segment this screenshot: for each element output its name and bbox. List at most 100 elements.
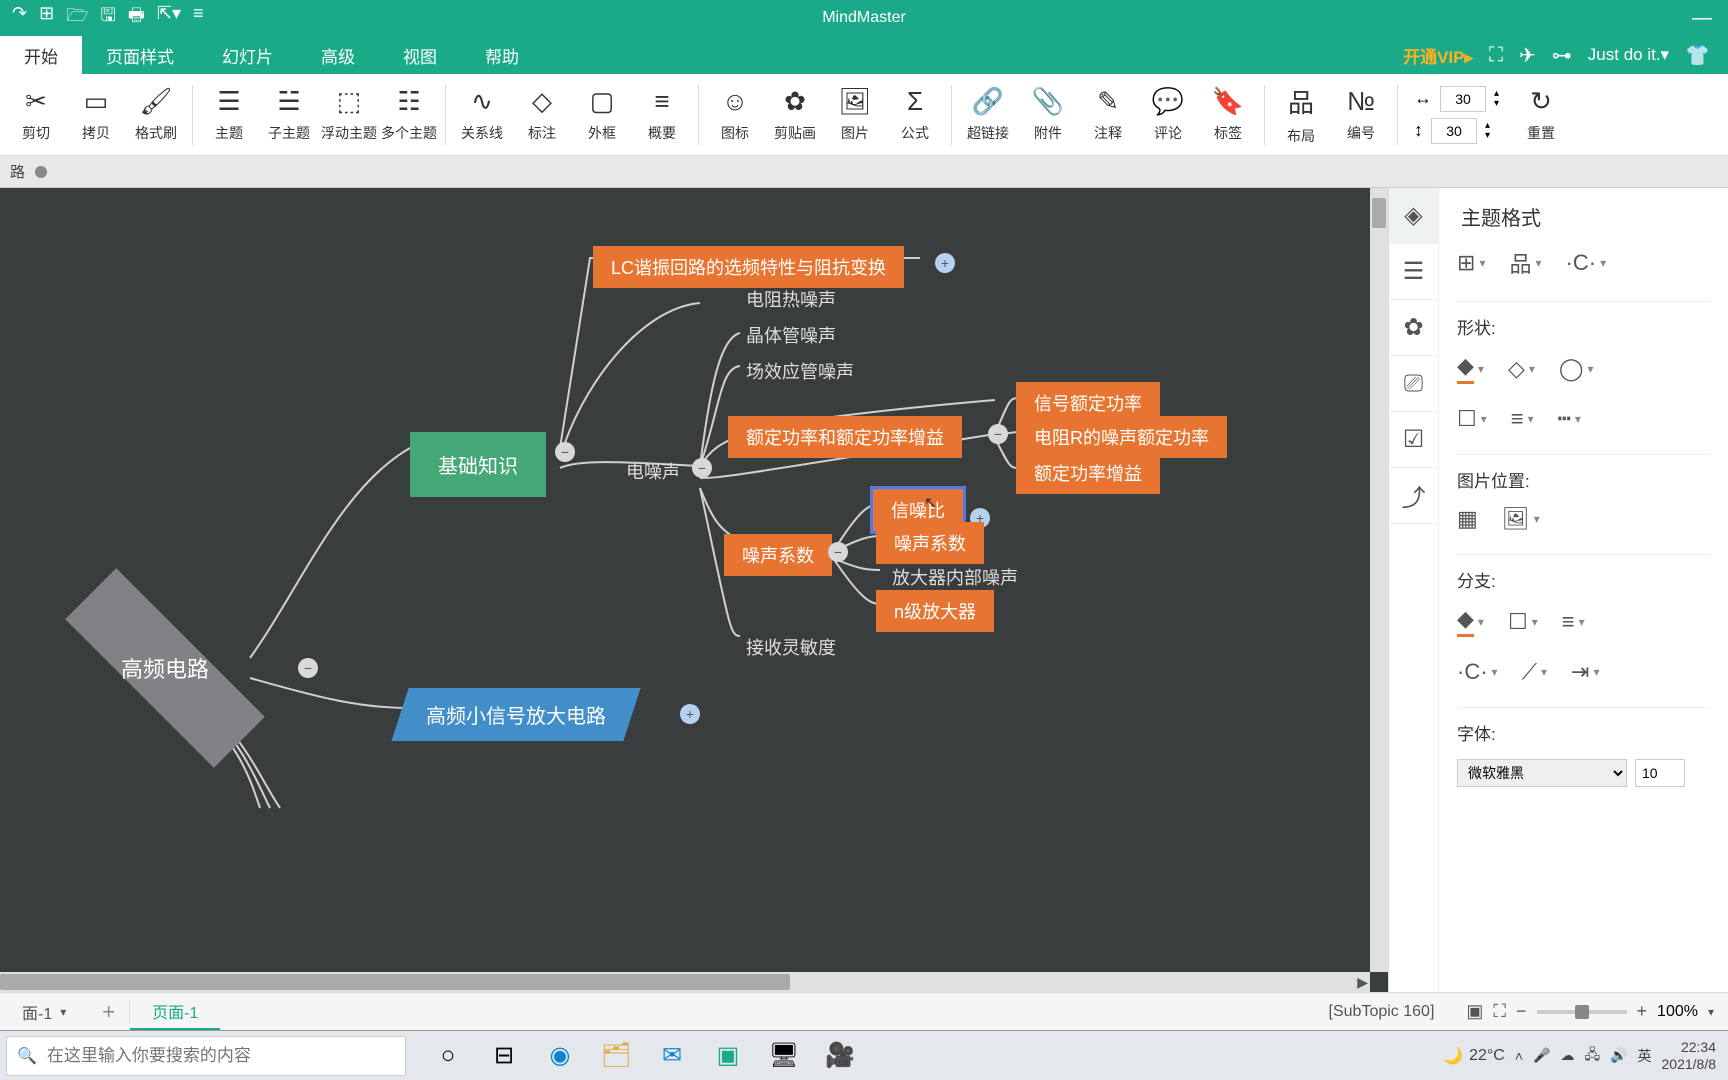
horizontal-scrollbar[interactable]: ▶ <box>0 972 1370 992</box>
node-n-stage[interactable]: n级放大器 <box>876 590 994 632</box>
share-icon[interactable]: ⊶ <box>1552 43 1572 68</box>
tray-chevron-icon[interactable]: ˄ <box>1515 1048 1523 1064</box>
menu-help[interactable]: 帮助 <box>461 36 543 74</box>
app-icon-1[interactable]: 🖥 <box>758 1036 810 1076</box>
tray-mic-icon[interactable]: 🎤 <box>1533 1047 1550 1064</box>
note-button[interactable]: ✎注释 <box>1078 78 1138 152</box>
fit-width-icon[interactable]: ⛶ <box>1493 1001 1506 1022</box>
theme-select[interactable]: ⊞▾ <box>1457 250 1485 276</box>
icon-button[interactable]: ☺图标 <box>705 78 765 152</box>
comment-button[interactable]: 💬评论 <box>1138 78 1198 152</box>
app-icon-2[interactable]: 🎥 <box>814 1036 866 1076</box>
clock[interactable]: 22:34 2021/8/8 <box>1662 1039 1717 1073</box>
outline-tab-icon[interactable]: ☰ <box>1389 244 1438 300</box>
node-power-gain[interactable]: 额定功率增益 <box>1016 452 1160 494</box>
branch-basic[interactable]: 基础知识 <box>410 432 546 497</box>
zoom-in-icon[interactable]: + <box>1637 1001 1648 1022</box>
attachment-button[interactable]: 📎附件 <box>1018 78 1078 152</box>
branch-weight-button[interactable]: ≡▾ <box>1562 609 1585 635</box>
enoise-collapse-toggle[interactable]: − <box>692 458 712 478</box>
taskview-icon[interactable]: ⊟ <box>478 1036 530 1076</box>
iconset-tab-icon[interactable]: ✿ <box>1389 300 1438 356</box>
layout-button[interactable]: 品布局 <box>1271 78 1331 152</box>
summary-button[interactable]: ≡概要 <box>632 78 692 152</box>
node-fet-noise[interactable]: 场效应管噪声 <box>728 350 872 392</box>
structure-select[interactable]: 品▾ <box>1509 247 1541 279</box>
coeff-collapse-toggle[interactable]: − <box>828 542 848 562</box>
tray-network-icon[interactable]: 🖧 <box>1584 1044 1600 1068</box>
fit-page-icon[interactable]: ▣ <box>1466 1001 1483 1022</box>
multi-topic-button[interactable]: ☷多个主题 <box>379 78 439 152</box>
hyperlink-button[interactable]: 🔗超链接 <box>958 78 1018 152</box>
connector-style-select[interactable]: ·C·▾ <box>1566 250 1607 276</box>
open-icon[interactable]: 🗁 <box>66 3 88 33</box>
branch-curve-button[interactable]: ⟋▾ <box>1522 659 1547 685</box>
tray-onedrive-icon[interactable]: ☁ <box>1560 1047 1574 1064</box>
node-enoise-label[interactable]: 电噪声 <box>608 450 698 492</box>
tray-ime-icon[interactable]: 英 <box>1638 1046 1652 1066</box>
mindmap-canvas[interactable]: 高频电路 − 基础知识 − 高频小信号放大电路 + LC谐振回路的选频特性与阻抗… <box>0 188 1388 992</box>
tshirt-icon[interactable]: 👕 <box>1685 43 1710 68</box>
image-align-button[interactable]: ▦ <box>1457 506 1478 532</box>
boundary-button[interactable]: ▢外框 <box>572 78 632 152</box>
zoom-slider[interactable] <box>1537 1010 1627 1014</box>
height-input[interactable] <box>1431 118 1477 144</box>
zoom-percent[interactable]: 100% <box>1657 1003 1698 1021</box>
clipart-button[interactable]: ✿剪贴画 <box>765 78 825 152</box>
menu-advanced[interactable]: 高级 <box>297 36 379 74</box>
cortana-icon[interactable]: ○ <box>422 1036 474 1076</box>
width-input[interactable] <box>1440 86 1486 112</box>
shape-style-button[interactable]: ◇▾ <box>1508 356 1535 382</box>
border-weight-button[interactable]: ≡▾ <box>1511 406 1534 432</box>
cut-button[interactable]: ✂剪切 <box>6 78 66 152</box>
zoom-out-icon[interactable]: − <box>1516 1001 1527 1022</box>
rated-collapse-toggle[interactable]: − <box>988 424 1008 444</box>
save-icon[interactable]: 🖫 <box>101 3 116 33</box>
branch-style-button[interactable]: ☐▾ <box>1508 609 1538 635</box>
branch-color-button[interactable]: ◆▾ <box>1457 606 1484 637</box>
subtopic-button[interactable]: ☱子主题 <box>259 78 319 152</box>
qat-more-icon[interactable]: ≡ <box>193 3 204 33</box>
font-family-select[interactable]: 微软雅黑 <box>1457 759 1627 787</box>
menu-page-style[interactable]: 页面样式 <box>82 36 198 74</box>
callout-button[interactable]: ◇标注 <box>512 78 572 152</box>
fill-color-button[interactable]: ◆▾ <box>1457 353 1484 384</box>
menu-view[interactable]: 视图 <box>379 36 461 74</box>
print-icon[interactable]: 🖶 <box>128 3 145 33</box>
search-input[interactable] <box>47 1046 395 1066</box>
branch1-collapse-toggle[interactable]: − <box>555 442 575 462</box>
number-button[interactable]: №编号 <box>1331 78 1391 152</box>
menu-slides[interactable]: 幻灯片 <box>198 36 297 74</box>
explorer-icon[interactable]: 🗂 <box>590 1036 642 1076</box>
canvas-area[interactable]: 高频电路 − 基础知识 − 高频小信号放大电路 + LC谐振回路的选频特性与阻抗… <box>0 188 1388 992</box>
tag-button[interactable]: 🔖标签 <box>1198 78 1258 152</box>
mindmaster-icon[interactable]: ▣ <box>702 1036 754 1076</box>
menu-start[interactable]: 开始 <box>0 36 82 74</box>
branch-end-button[interactable]: ⇥▾ <box>1571 659 1599 685</box>
tray-volume-icon[interactable]: 🔊 <box>1610 1047 1627 1064</box>
minimize-icon[interactable]: — <box>1692 7 1712 30</box>
format-painter-button[interactable]: 🖌格式刷 <box>126 78 186 152</box>
redo-icon[interactable]: ↷ <box>12 3 27 33</box>
style-tab-icon[interactable]: ◈ <box>1389 188 1438 244</box>
topic-button[interactable]: ☰主题 <box>199 78 259 152</box>
page-tab-1[interactable]: 面-1▾ <box>0 993 88 1030</box>
shadow-button[interactable]: ◯▾ <box>1559 356 1594 382</box>
node-noise-coeff[interactable]: 噪声系数 <box>724 534 832 576</box>
floating-topic-button[interactable]: ⬚浮动主题 <box>319 78 379 152</box>
page-tab-2[interactable]: 页面-1 <box>130 993 220 1030</box>
copy-button[interactable]: ▭拷贝 <box>66 78 126 152</box>
branch-amplifier[interactable]: 高频小信号放大电路 <box>391 688 640 741</box>
node-rated-power[interactable]: 额定功率和额定功率增益 <box>728 416 962 458</box>
relation-button[interactable]: ∿关系线 <box>452 78 512 152</box>
root-node[interactable]: 高频电路 <box>60 608 270 728</box>
username-menu[interactable]: Just do it.▾ <box>1588 45 1669 65</box>
branch-connect-button[interactable]: ·C·▾ <box>1457 659 1498 685</box>
edge-icon[interactable]: ◉ <box>534 1036 586 1076</box>
vertical-scrollbar[interactable] <box>1370 188 1388 972</box>
image-fit-button[interactable]: 🖼▾ <box>1502 506 1540 532</box>
taskbar-search[interactable]: 🔍 <box>6 1036 406 1076</box>
fullscreen-icon[interactable]: ⛶ <box>1489 44 1503 67</box>
font-size-input[interactable] <box>1635 759 1685 787</box>
border-color-button[interactable]: ☐▾ <box>1457 406 1487 432</box>
